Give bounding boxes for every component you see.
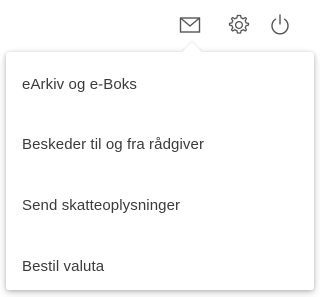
- mail-icon[interactable]: [177, 12, 203, 38]
- gear-icon-graphic: [228, 14, 250, 34]
- menu-item-label: Beskeder til og fra rådgiver: [22, 135, 205, 153]
- mail-dropdown-menu: eArkiv og e-Boks Beskeder til og fra råd…: [6, 42, 314, 290]
- menu-list: eArkiv og e-Boks Beskeder til og fra råd…: [6, 52, 314, 290]
- menu-item-earkiv[interactable]: eArkiv og e-Boks: [6, 64, 314, 104]
- power-icon[interactable]: [267, 12, 293, 38]
- gear-icon[interactable]: [226, 12, 252, 38]
- menu-item-label: Bestil valuta: [22, 257, 105, 275]
- menu-item-send-skatteoplysninger[interactable]: Send skatteoplysninger: [6, 185, 314, 225]
- menu-item-label: eArkiv og e-Boks: [22, 75, 137, 93]
- menu-item-beskeder[interactable]: Beskeder til og fra rådgiver: [6, 124, 314, 164]
- menu-item-bestil-valuta[interactable]: Bestil valuta: [6, 246, 314, 286]
- top-toolbar: [0, 0, 320, 50]
- screen: eArkiv og e-Boks Beskeder til og fra råd…: [0, 0, 320, 297]
- mail-icon-graphic: [179, 17, 201, 33]
- menu-item-label: Send skatteoplysninger: [22, 196, 181, 214]
- power-icon-graphic: [271, 14, 289, 35]
